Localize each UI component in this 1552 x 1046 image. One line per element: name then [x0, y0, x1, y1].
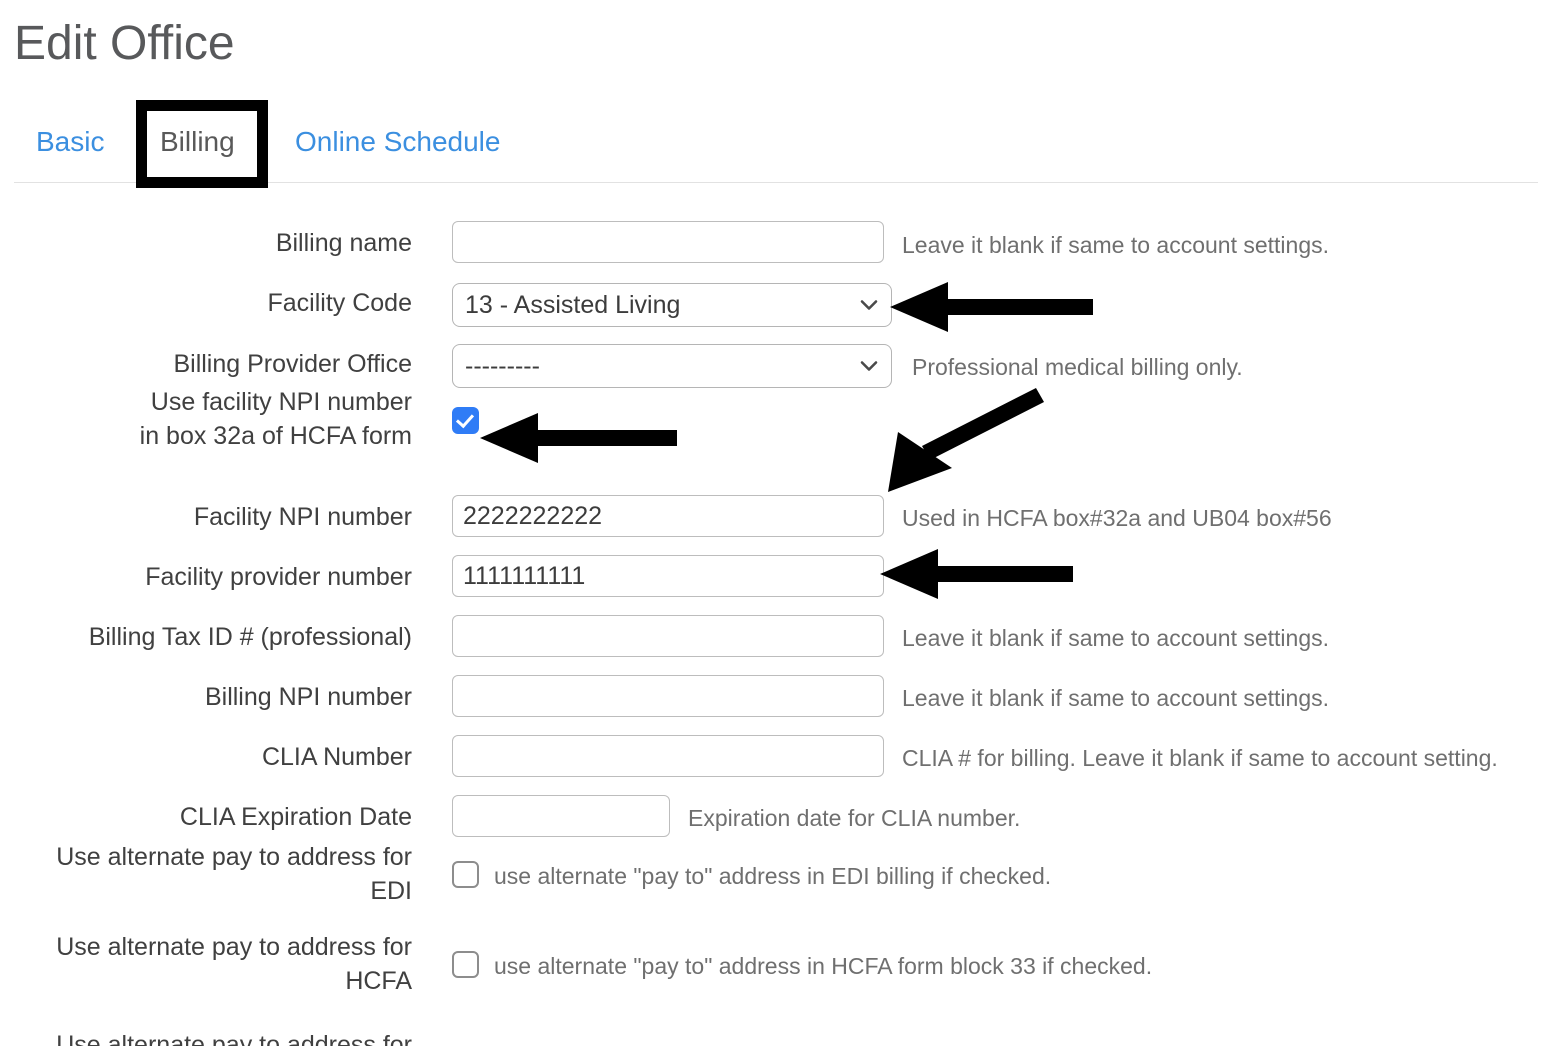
chevron-down-icon	[860, 361, 878, 371]
tab-billing[interactable]: Billing	[160, 120, 235, 164]
label-facility-code: Facility Code	[267, 289, 413, 317]
form-row-billing-tax-id: Billing Tax ID # (professional) Leave it…	[0, 597, 1552, 657]
form-row-facility-npi-number: Facility NPI number Used in HCFA box#32a…	[0, 477, 1552, 537]
form-row-alt-payto-hcfa: Use alternate pay to address for HCFA us…	[0, 929, 1552, 1019]
form-row-facility-provider-number: Facility provider number	[0, 537, 1552, 597]
facility-provider-number-input[interactable]	[452, 555, 884, 597]
form-row-alt-payto-edi: Use alternate pay to address for EDI use…	[0, 839, 1552, 929]
form-row-use-facility-npi: Use facility NPI number in box 32a of HC…	[0, 387, 1552, 477]
form-row-billing-npi-number: Billing NPI number Leave it blank if sam…	[0, 657, 1552, 717]
help-clia-expiration-date: Expiration date for CLIA number.	[688, 805, 1021, 831]
clia-expiration-date-input[interactable]	[452, 795, 670, 837]
help-alt-payto-edi: use alternate "pay to" address in EDI bi…	[494, 863, 1052, 889]
billing-name-input[interactable]	[452, 221, 884, 263]
use-facility-npi-checkbox[interactable]	[452, 407, 479, 434]
label-facility-provider-number: Facility provider number	[145, 563, 412, 591]
label-alt-payto-hcfa: Use alternate pay to address for HCFA	[56, 933, 412, 995]
tab-online-schedule[interactable]: Online Schedule	[295, 120, 500, 164]
page-title: Edit Office	[14, 17, 235, 70]
tab-basic[interactable]: Basic	[36, 120, 104, 164]
help-billing-npi-number: Leave it blank if same to account settin…	[902, 685, 1330, 711]
help-billing-tax-id: Leave it blank if same to account settin…	[902, 625, 1330, 651]
facility-code-value: 13 - Assisted Living	[465, 291, 681, 319]
billing-provider-office-select[interactable]: ---------	[452, 344, 892, 388]
label-billing-npi-number: Billing NPI number	[204, 683, 412, 711]
label-use-facility-npi: Use facility NPI number in box 32a of HC…	[139, 388, 412, 450]
label-alt-payto-edi: Use alternate pay to address for EDI	[56, 843, 412, 905]
billing-npi-number-input[interactable]	[452, 675, 884, 717]
help-alt-payto-hcfa: use alternate "pay to" address in HCFA f…	[494, 953, 1153, 979]
label-billing-provider-office: Billing Provider Office	[173, 350, 412, 378]
clia-number-input[interactable]	[452, 735, 884, 777]
label-billing-tax-id: Billing Tax ID # (professional)	[88, 623, 412, 651]
form-row-clia-expiration-date: CLIA Expiration Date Expiration date for…	[0, 777, 1552, 839]
chevron-down-icon	[860, 300, 878, 310]
label-clia-expiration-date: CLIA Expiration Date	[179, 803, 412, 831]
label-billing-name: Billing name	[275, 229, 412, 257]
help-billing-provider-office: Professional medical billing only.	[912, 354, 1243, 380]
label-facility-npi-number: Facility NPI number	[193, 503, 412, 531]
tab-divider	[14, 182, 1538, 183]
form-row-billing-provider-office: Billing Provider Office --------- Profes…	[0, 326, 1552, 388]
alt-payto-edi-checkbox[interactable]	[452, 861, 479, 888]
form-row-clia-number: CLIA Number CLIA # for billing. Leave it…	[0, 717, 1552, 777]
form-row-billing-name: Billing name Leave it blank if same to a…	[0, 205, 1552, 265]
label-clia-number: CLIA Number	[261, 743, 412, 771]
billing-tax-id-input[interactable]	[452, 615, 884, 657]
help-clia-number: CLIA # for billing. Leave it blank if sa…	[902, 745, 1498, 771]
billing-provider-office-value: ---------	[465, 352, 540, 380]
form-row-facility-code: Facility Code 13 - Assisted Living	[0, 265, 1552, 327]
facility-npi-number-input[interactable]	[452, 495, 884, 537]
billing-form: Billing name Leave it blank if same to a…	[0, 205, 1552, 1019]
tab-bar: Basic Billing Online Schedule	[0, 120, 1552, 182]
help-billing-name: Leave it blank if same to account settin…	[902, 232, 1330, 258]
help-facility-npi-number: Used in HCFA box#32a and UB04 box#56	[902, 505, 1332, 531]
facility-code-select[interactable]: 13 - Assisted Living	[452, 283, 892, 327]
alt-payto-hcfa-checkbox[interactable]	[452, 951, 479, 978]
cutoff-row-label: Use alternate pay to address for	[56, 1031, 412, 1046]
